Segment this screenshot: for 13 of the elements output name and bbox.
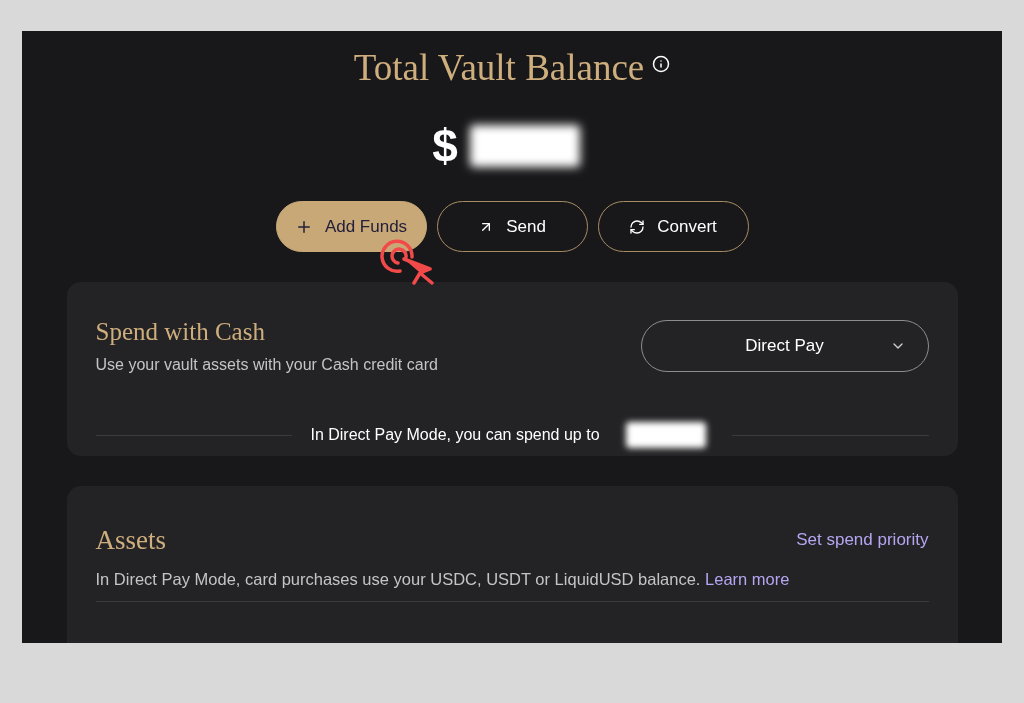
card-title: Spend with Cash (95, 317, 266, 347)
spend-limit-text: In Direct Pay Mode, you can spend up to (310, 425, 600, 445)
card-title: Assets (95, 524, 166, 556)
add-button[interactable]: Add Funds (275, 201, 427, 252)
currency-symbol: $ (432, 120, 458, 171)
cursor-click-icon (377, 237, 436, 285)
card-subtitle: Use your vault assets with your Cash credit card (95, 355, 438, 375)
assets-description: In Direct Pay Mode, card purchases use your USDC, USDT or LiquidUSD balance. Learn more (95, 569, 791, 590)
balance-title: Total Vault Balance (353, 46, 645, 90)
learn-more-link[interactable]: Learn more (705, 570, 790, 588)
refresh-icon (629, 218, 646, 235)
set-priority-link[interactable]: Set spend priority (796, 527, 929, 553)
info-icon[interactable] (652, 55, 671, 73)
